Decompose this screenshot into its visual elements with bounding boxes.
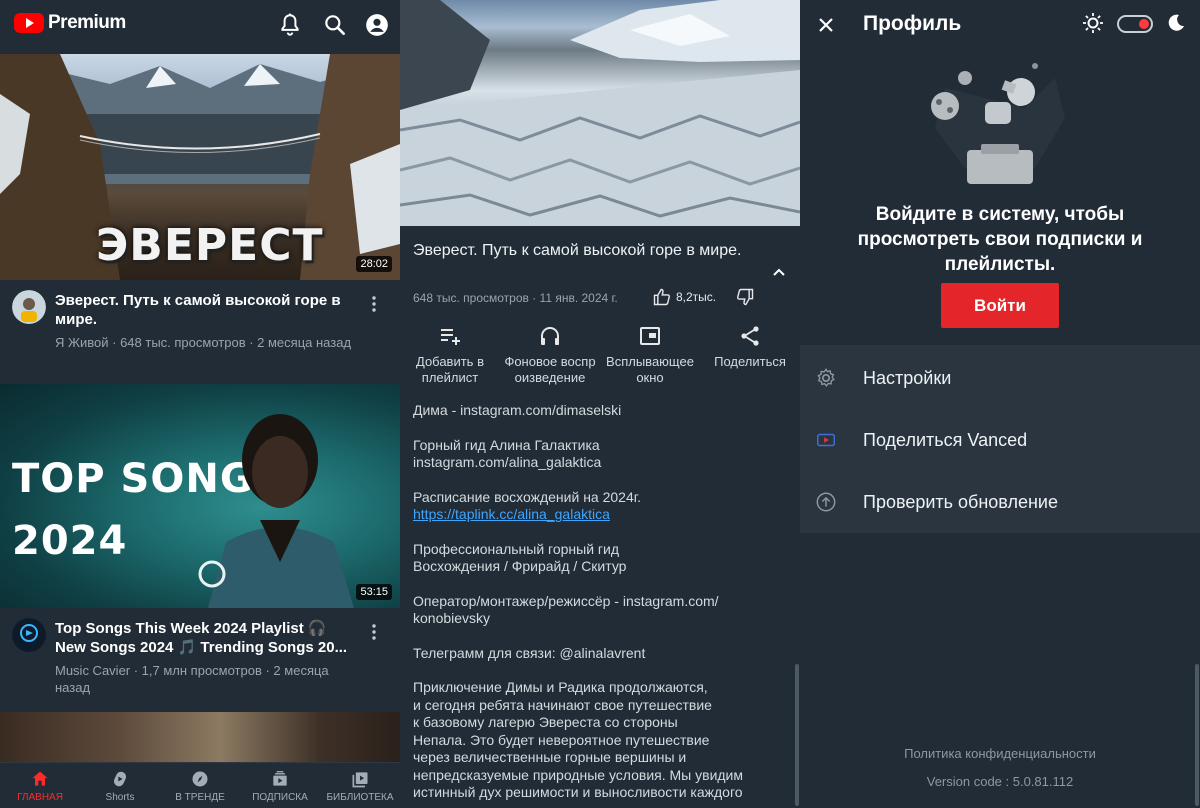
video-stats: 648 тыс. просмотров · 11 янв. 2024 г. <box>413 291 618 305</box>
nav-subscriptions[interactable]: ПОДПИСКА <box>240 763 320 808</box>
video-thumbnail[interactable]: TOP SONGS 2024 53:15 <box>0 384 400 608</box>
nav-label: В ТРЕНДЕ <box>175 792 225 803</box>
signin-prompt: Войдите в систему, чтобы просмотреть сво… <box>857 204 1143 275</box>
channel-avatar[interactable] <box>12 290 46 324</box>
chevron-up-icon[interactable] <box>772 266 786 278</box>
video-subtitle: Music Cavier · 1,7 млн просмотров · 2 ме… <box>55 663 329 695</box>
nav-label: ПОДПИСКА <box>252 792 308 803</box>
signin-illustration <box>931 63 1065 184</box>
video-meta[interactable]: Эверест. Путь к самой высокой горе в мир… <box>0 280 400 380</box>
description-line: Горный гид Алина Галактика instagram.com… <box>413 436 602 471</box>
youtube-logo-icon <box>14 13 44 33</box>
sun-icon[interactable] <box>1082 12 1104 34</box>
glacier-scene <box>400 0 800 226</box>
menu-item-check-update[interactable]: Проверить обновление <box>800 471 1200 533</box>
description-line: Оператор/монтажер/режиссёр - instagram.c… <box>413 592 719 627</box>
video-title[interactable]: Top Songs This Week 2024 Playlist 🎧 New … <box>55 619 355 657</box>
video-title[interactable]: Эверест. Путь к самой высокой горе в мир… <box>55 291 355 329</box>
share-button[interactable]: Поделиться <box>700 322 800 370</box>
explore-icon <box>192 771 208 787</box>
share-icon <box>741 326 759 346</box>
action-label: Фоновое воспр оизведение <box>504 354 596 385</box>
action-label: Поделиться <box>714 354 786 369</box>
thumbs-up-icon <box>653 288 671 306</box>
taplink-link[interactable]: https://taplink.cc/alina_galaktica <box>413 506 610 522</box>
description-line: Дима - instagram.com/dimaselski <box>413 402 622 418</box>
close-icon[interactable] <box>817 16 835 34</box>
update-icon <box>816 492 836 512</box>
nav-label: БИБЛИОТЕКА <box>326 792 394 803</box>
nav-label: Shorts <box>105 792 135 803</box>
background-play-button[interactable]: Фоновое воспр оизведение <box>500 322 600 386</box>
video-subtitle: Я Живой · 648 тыс. просмотров · 2 месяца… <box>55 335 352 350</box>
like-count: 8,2тыс. <box>676 290 717 304</box>
video-duration: 28:02 <box>356 256 392 272</box>
shorts-icon <box>113 771 127 787</box>
library-icon <box>352 772 368 788</box>
video-thumbnail[interactable]: ЭВЕРЕСТ 28:02 <box>0 54 400 280</box>
signin-button[interactable]: Войти <box>941 283 1059 328</box>
headphones-icon <box>541 327 559 345</box>
profile-menu: Настройки Поделиться Vanced Проверить об… <box>800 345 1200 533</box>
action-label: Всплывающее окно <box>606 354 694 385</box>
playlist-add-icon <box>441 329 460 345</box>
video-actions-bar: Добавить в плейлист Фоновое воспр оизвед… <box>400 322 800 388</box>
nav-home[interactable]: ГЛАВНАЯ <box>0 763 80 808</box>
nav-trending[interactable]: В ТРЕНДЕ <box>160 763 240 808</box>
artist-photo <box>198 414 354 608</box>
search-icon[interactable] <box>322 12 348 38</box>
video-player[interactable] <box>400 0 800 226</box>
menu-item-label: Проверить обновление <box>863 491 1058 512</box>
video-description: Дима - instagram.com/dimaselski Горный г… <box>413 402 783 808</box>
moon-icon[interactable] <box>1166 13 1186 33</box>
video-details-panel: Эверест. Путь к самой высокой горе в мир… <box>400 0 800 808</box>
channel-avatar[interactable] <box>12 618 46 652</box>
logo-text: Premium <box>48 12 126 33</box>
scrollbar[interactable] <box>795 664 799 806</box>
privacy-policy-link[interactable]: Политика конфиденциальности <box>800 746 1200 761</box>
home-icon <box>32 771 48 786</box>
description-line: Профессиональный горный гид Восхождения … <box>413 540 627 575</box>
gear-icon <box>817 368 835 387</box>
description-line: Расписание восхождений на 2024г. <box>413 488 642 505</box>
description-line: Телеграмм для связи: @alinalavrent <box>413 644 646 661</box>
nav-shorts[interactable]: Shorts <box>80 763 160 808</box>
menu-item-label: Настройки <box>863 367 952 388</box>
vanced-icon <box>817 433 835 447</box>
menu-item-share-vanced[interactable]: Поделиться Vanced <box>800 409 1200 471</box>
profile-panel: Профиль Войдите в систему, чтобы просмот… <box>800 0 1200 808</box>
page-title: Профиль <box>863 12 962 35</box>
subscriptions-icon <box>273 771 287 786</box>
bottom-navigation: ГЛАВНАЯ Shorts В ТРЕНДЕ ПОДПИСКА БИБЛИОТ… <box>0 762 400 808</box>
account-icon[interactable] <box>364 12 390 38</box>
add-to-playlist-button[interactable]: Добавить в плейлист <box>400 322 500 386</box>
video-thumbnail[interactable] <box>0 712 400 764</box>
video-duration: 53:15 <box>356 584 392 600</box>
youtube-premium-logo[interactable]: Premium <box>14 12 126 34</box>
like-button[interactable]: 8,2тыс. <box>652 287 716 307</box>
version-code: Version code : 5.0.81.112 <box>926 774 1074 789</box>
home-header: Premium <box>0 0 400 52</box>
theme-toggle[interactable] <box>1117 15 1153 33</box>
description-line: Приключение Димы и Радика продолжаются, … <box>413 679 743 800</box>
menu-item-label: Поделиться Vanced <box>863 429 1028 450</box>
video-title: Эверест. Путь к самой высокой горе в мир… <box>413 242 742 259</box>
home-feed-panel: Premium ЭВЕРЕСТ 28:02 Эверест. Путь к са… <box>0 0 400 808</box>
video-meta[interactable]: Top Songs This Week 2024 Playlist 🎧 New … <box>0 608 400 708</box>
thumbnail-title-text: ЭВЕРЕСТ <box>96 220 324 271</box>
description-block: Расписание восхождений на 2024г. https://… <box>413 489 783 524</box>
popup-player-button[interactable]: Всплывающее окно <box>600 322 700 386</box>
pip-icon <box>640 327 660 345</box>
more-options-icon[interactable] <box>366 622 382 642</box>
thumbs-down-icon[interactable] <box>735 287 755 307</box>
action-label: Добавить в плейлист <box>416 354 484 385</box>
nav-label: ГЛАВНАЯ <box>17 792 63 803</box>
bell-icon[interactable] <box>277 12 303 38</box>
more-options-icon[interactable] <box>366 294 382 314</box>
menu-item-settings[interactable]: Настройки <box>800 347 1200 409</box>
nav-library[interactable]: БИБЛИОТЕКА <box>320 763 400 808</box>
